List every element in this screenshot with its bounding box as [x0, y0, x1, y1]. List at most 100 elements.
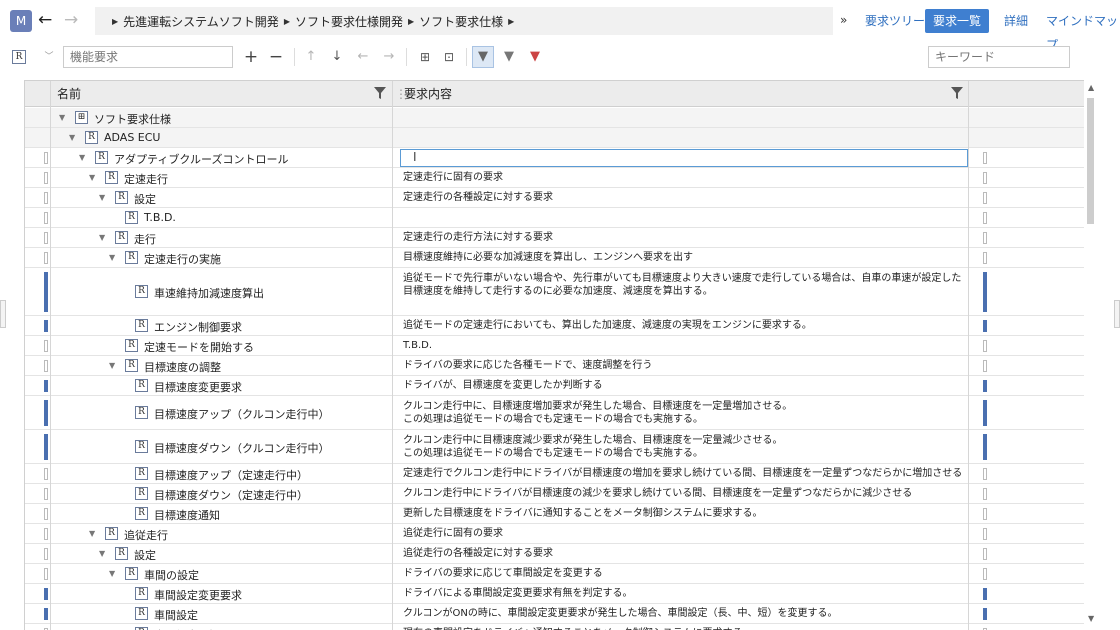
table-row[interactable]: R 目標速度通知 更新した目標速度をドライバに通知することをメータ制御システムに要求…	[25, 504, 1084, 524]
table-row[interactable]: ▼ R 設定 定速走行の各種設定に対する要求	[25, 188, 1084, 208]
collapse-caret-icon[interactable]: ▼	[89, 529, 95, 538]
row-status-marker[interactable]	[983, 528, 987, 540]
row-marker[interactable]	[44, 252, 48, 264]
collapse-caret-icon[interactable]: ▼	[109, 361, 115, 370]
row-marker[interactable]	[44, 360, 48, 372]
right-panel-handle[interactable]	[1114, 300, 1120, 328]
collapse-caret-icon[interactable]: ▼	[69, 133, 75, 142]
row-marker[interactable]	[44, 400, 48, 426]
row-marker[interactable]	[44, 380, 48, 392]
row-status-marker[interactable]	[983, 152, 987, 164]
row-status-marker[interactable]	[983, 212, 987, 224]
scrollbar-thumb[interactable]	[1087, 98, 1094, 224]
content-edit-field[interactable]	[400, 149, 968, 167]
row-status-marker[interactable]	[983, 272, 987, 312]
table-row[interactable]: ▼ R 車間の設定 ドライバの要求に応じて車間設定を変更する	[25, 564, 1084, 584]
table-row[interactable]: R 目標速度アップ（クルコン走行中） クルコン走行中に、目標速度増加要求が発生した場…	[25, 396, 1084, 430]
row-marker[interactable]	[44, 434, 48, 460]
row-marker[interactable]	[44, 172, 48, 184]
filter-label-icon[interactable]: ▼	[500, 48, 518, 66]
row-marker[interactable]	[44, 528, 48, 540]
import-icon[interactable]: ⊡	[440, 48, 458, 66]
row-marker[interactable]	[44, 212, 48, 224]
row-marker[interactable]	[44, 272, 48, 312]
table-row[interactable]: R 目標速度アップ（定速走行中） 定速走行でクルコン走行中にドライバが目標速度の増加…	[25, 464, 1084, 484]
table-row[interactable]: ▼ ⊞ ソフト要求仕様	[25, 108, 1084, 128]
collapse-caret-icon[interactable]: ▼	[59, 113, 65, 122]
row-status-marker[interactable]	[983, 488, 987, 500]
chevron-down-icon[interactable]: ﹀	[40, 48, 58, 66]
table-row[interactable]: R 目標速度ダウン（クルコン走行中） クルコン走行中に目標速度減少要求が発生した場合…	[25, 430, 1084, 464]
row-marker[interactable]	[44, 508, 48, 520]
scroll-down-icon[interactable]: ▼	[1088, 614, 1094, 623]
tab-requirement-tree[interactable]: 要求ツリー	[865, 9, 925, 33]
table-row[interactable]: R エンジン制御要求 追従モードの定速走行においても、算出した加速度、減速度の実現を…	[25, 316, 1084, 336]
row-status-marker[interactable]	[983, 380, 987, 392]
row-status-marker[interactable]	[983, 192, 987, 204]
table-row[interactable]: R 車間設定 クルコンがONの時に、車間設定変更要求が発生した場合、車間設定（長、中…	[25, 604, 1084, 624]
row-status-marker[interactable]	[983, 608, 987, 620]
row-status-marker[interactable]	[983, 508, 987, 520]
collapse-caret-icon[interactable]: ▼	[109, 253, 115, 262]
row-marker[interactable]	[44, 192, 48, 204]
row-status-marker[interactable]	[983, 548, 987, 560]
collapse-caret-icon[interactable]: ▼	[89, 173, 95, 182]
table-row[interactable]: R 車間設定変更要求 ドライバによる車間設定変更要求有無を判定する。	[25, 584, 1084, 604]
row-status-marker[interactable]	[983, 340, 987, 352]
row-status-marker[interactable]	[983, 172, 987, 184]
table-row[interactable]: R 車速維持加減速度算出 追従モードで先行車がいない場合や、先行車がいても目標速度よ…	[25, 268, 1084, 316]
row-status-marker[interactable]	[983, 232, 987, 244]
left-panel-handle[interactable]	[0, 300, 6, 328]
row-marker[interactable]	[44, 488, 48, 500]
column-header-content[interactable]: 要求内容	[404, 81, 452, 107]
add-icon[interactable]: +	[242, 48, 260, 66]
clear-filter-icon[interactable]: ▼	[526, 48, 544, 66]
table-row[interactable]: ▼ R 目標速度の調整 ドライバの要求に応じた各種モードで、速度調整を行う	[25, 356, 1084, 376]
column-header-name[interactable]: 名前	[57, 81, 81, 107]
row-marker[interactable]	[44, 152, 48, 164]
table-row[interactable]: R車間設定通知現在の車間設定をドライバへ通知することをメータ制御システムに要求す…	[25, 624, 1084, 630]
avatar[interactable]: M	[10, 10, 32, 32]
move-up-icon[interactable]: ↑	[302, 48, 320, 66]
table-row[interactable]: ▼ R 定速走行の実施 目標速度維持に必要な加減速度を算出し、エンジンへ要求を出す	[25, 248, 1084, 268]
row-status-marker[interactable]	[983, 400, 987, 426]
insert-table-icon[interactable]: ⊞	[416, 48, 434, 66]
scroll-up-icon[interactable]: ▲	[1088, 83, 1094, 92]
table-row[interactable]: ▼ R 走行 定速走行の走行方法に対する要求	[25, 228, 1084, 248]
tab-requirement-list[interactable]: 要求一覧	[925, 9, 990, 33]
table-row[interactable]: R 定速モードを開始する T.B.D.	[25, 336, 1084, 356]
requirement-type-icon[interactable]: R	[12, 50, 26, 64]
content-column-filter-icon[interactable]	[951, 87, 963, 99]
table-row[interactable]: ▼ R 定速走行 定速走行に固有の要求	[25, 168, 1084, 188]
collapse-caret-icon[interactable]: ▼	[79, 153, 85, 162]
tab-mindmap[interactable]: マインドマップ	[1046, 9, 1120, 52]
row-marker[interactable]	[44, 340, 48, 352]
tab-detail[interactable]: 詳細	[1004, 9, 1028, 33]
breadcrumb-item-2[interactable]: ソフト要求仕様	[419, 13, 503, 30]
outdent-icon[interactable]: ←	[354, 48, 372, 66]
breadcrumb-item-0[interactable]: 先進運転システムソフト開発	[123, 13, 279, 30]
row-marker[interactable]	[44, 608, 48, 620]
back-arrow-icon[interactable]: ←	[38, 9, 52, 31]
row-status-marker[interactable]	[983, 468, 987, 480]
row-status-marker[interactable]	[983, 588, 987, 600]
table-row[interactable]: R 目標速度変更要求 ドライバが、目標速度を変更したか判断する	[25, 376, 1084, 396]
table-row[interactable]: ▼ R 追従走行 追従走行に固有の要求	[25, 524, 1084, 544]
row-marker[interactable]	[44, 548, 48, 560]
row-marker[interactable]	[44, 320, 48, 332]
remove-icon[interactable]: −	[267, 48, 285, 66]
table-row[interactable]: ▼ R ADAS ECU	[25, 128, 1084, 148]
row-marker[interactable]	[44, 568, 48, 580]
collapse-caret-icon[interactable]: ▼	[109, 569, 115, 578]
row-status-marker[interactable]	[983, 568, 987, 580]
table-row[interactable]: R T.B.D.	[25, 208, 1084, 228]
row-status-marker[interactable]	[983, 360, 987, 372]
name-column-filter-icon[interactable]	[374, 87, 386, 99]
row-status-marker[interactable]	[983, 252, 987, 264]
breadcrumb-item-1[interactable]: ソフト要求仕様開発	[295, 13, 403, 30]
requirement-type-filter-input[interactable]	[63, 46, 233, 68]
collapse-caret-icon[interactable]: ▼	[99, 193, 105, 202]
table-row[interactable]: ▼ R 設定 追従走行の各種設定に対する要求	[25, 544, 1084, 564]
move-down-icon[interactable]: ↓	[328, 48, 346, 66]
row-marker[interactable]	[44, 232, 48, 244]
